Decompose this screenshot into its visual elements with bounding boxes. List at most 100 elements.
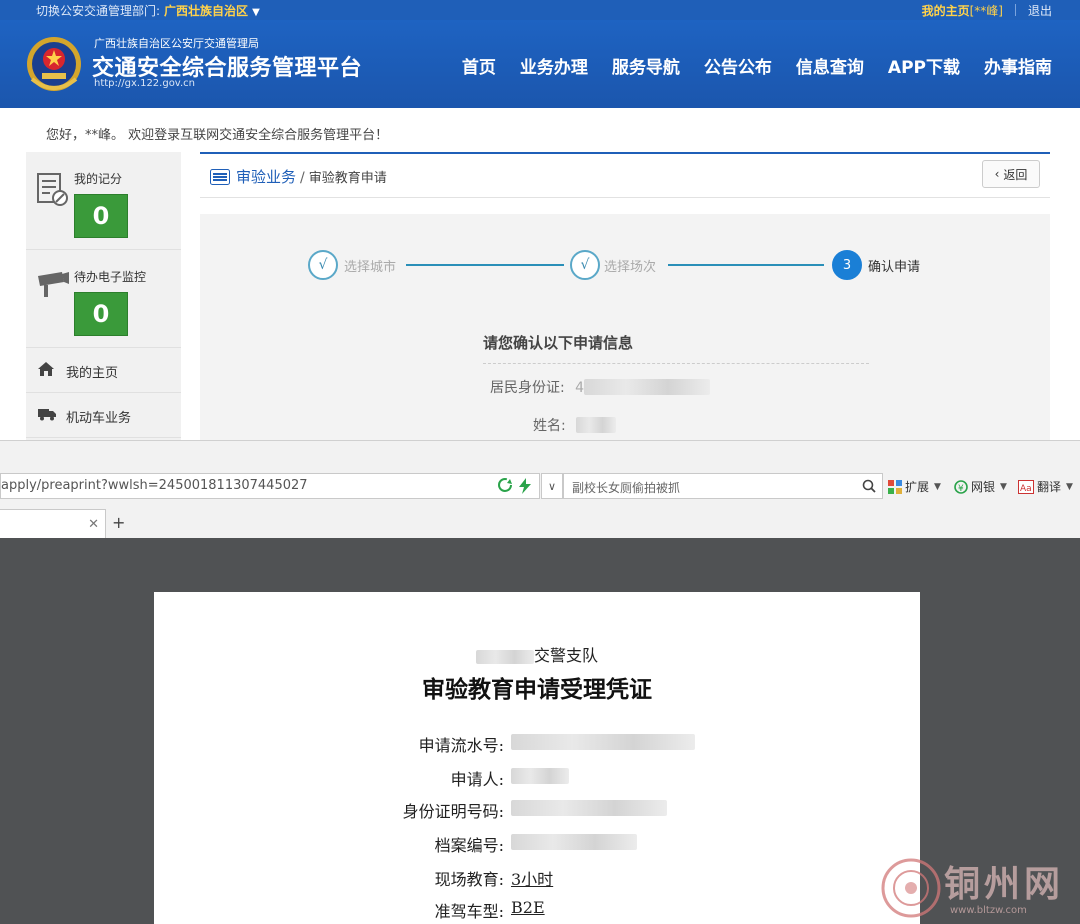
vehicle-class: B2E [511, 898, 545, 917]
step-indicator: √ 选择城市 √ 选择场次 3 确认申请 [308, 250, 928, 280]
panel-body: √ 选择城市 √ 选择场次 3 确认申请 请您确认以下申请信息 居民身份证: 4… [200, 214, 1050, 440]
truck-icon [38, 409, 56, 421]
police-emblem-logo [27, 37, 81, 91]
online-banking-label: 网银 [971, 480, 996, 494]
nav-service-guide[interactable]: 服务导航 [612, 53, 680, 78]
cert-label: 现场教育: [434, 870, 504, 889]
refresh-icon[interactable] [497, 477, 513, 493]
logout-link[interactable]: 退出 [1028, 4, 1052, 18]
id-value-prefix: 4 [575, 380, 585, 396]
nav-app-download[interactable]: APP下载 [888, 53, 960, 78]
home-icon [38, 362, 54, 376]
sidebar: 我的记分 0 待办电子监控 0 我的主页 机动车业务 [26, 152, 181, 440]
name-field: 姓名: [533, 415, 617, 435]
my-home-link[interactable]: 我的主页 [922, 4, 970, 18]
dropdown-arrow-icon: ▼ [1000, 481, 1007, 492]
back-button[interactable]: ‹ 返回 [982, 160, 1040, 188]
nav-announcements[interactable]: 公告公布 [704, 53, 772, 78]
cert-label: 申请流水号: [418, 736, 504, 755]
switch-label: 切换公安交通管理部门: [36, 4, 161, 18]
chevron-left-icon: ‹ [994, 167, 1000, 181]
extensions-menu[interactable]: 扩展 ▼ [888, 478, 941, 495]
breadcrumb-section[interactable]: 审验业务 [236, 168, 296, 186]
step-2-check-icon: √ [570, 250, 600, 280]
score-label: 我的记分 [74, 172, 123, 186]
close-tab-icon[interactable]: ✕ [88, 517, 99, 532]
breadcrumb-separator: / [300, 170, 305, 186]
breadcrumb: 审验业务 / 审验教育申请 [210, 166, 387, 187]
address-bar[interactable]: apply/preaprint?wwlsh=245001811307445027 [0, 473, 540, 499]
caret-down-icon[interactable]: ▼ [252, 7, 260, 18]
back-label: 返回 [1003, 167, 1028, 182]
translate-menu[interactable]: Aa 翻译 ▼ [1018, 478, 1073, 495]
nav-info-query[interactable]: 信息查询 [796, 53, 864, 78]
step-connector [406, 264, 564, 266]
user-name: [**峰] [969, 4, 1003, 18]
score-value[interactable]: 0 [74, 194, 128, 238]
list-icon [210, 169, 230, 185]
seal-logo [881, 858, 941, 918]
chevron-down-icon: ∨ [547, 479, 557, 493]
bank-icon: ¥ [954, 479, 968, 494]
search-input[interactable]: 副校长女厕偷拍被抓 [563, 473, 883, 499]
id-label: 居民身份证: [490, 380, 565, 396]
step-2-label: 选择场次 [604, 260, 657, 275]
site-header: 广西壮族自治区公安厅交通管理局 交通安全综合服务管理平台 http://gx.1… [0, 20, 1080, 108]
issuing-unit-name: 交警支队 [533, 646, 598, 665]
monitor-card[interactable]: 待办电子监控 0 [26, 250, 181, 348]
score-card[interactable]: 我的记分 0 [26, 152, 181, 250]
new-tab-button[interactable]: + [112, 513, 125, 532]
monitor-value[interactable]: 0 [74, 292, 128, 336]
monitor-label: 待办电子监控 [74, 270, 147, 284]
confirm-heading: 请您确认以下申请信息 [483, 332, 869, 364]
id-field: 居民身份证: 4 [490, 377, 711, 397]
sidebar-item-label: 我的主页 [66, 366, 119, 381]
grid-icon [888, 479, 902, 494]
blurred-serial [511, 732, 695, 751]
document-edit-icon [37, 173, 68, 206]
search-query: 副校长女厕偷拍被抓 [572, 481, 681, 495]
translate-icon: Aa [1018, 479, 1034, 494]
blurred-id [511, 798, 667, 817]
certificate-page: 交警支队 审验教育申请受理凭证 申请流水号: 申请人: 身份证明号码: 档案编号… [154, 592, 920, 924]
search-icon[interactable] [862, 479, 876, 493]
panel-header: 审验业务 / 审验教育申请 ‹ 返回 [200, 152, 1050, 198]
sidebar-item-home[interactable]: 我的主页 [26, 348, 181, 393]
watermark-url: www.bltzw.com [950, 905, 1027, 916]
cert-label: 申请人: [450, 770, 504, 789]
address-dropdown[interactable]: ∨ [541, 473, 563, 499]
camera-icon [38, 272, 69, 297]
extensions-label: 扩展 [905, 480, 930, 494]
site-url: http://gx.122.gov.cn [94, 78, 195, 89]
svg-text:¥: ¥ [958, 484, 964, 494]
certificate-title: 审验教育申请受理凭证 [422, 676, 652, 703]
watermark-name: 铜州网 [944, 863, 1065, 905]
main-nav: 首页 业务办理 服务导航 公告公布 信息查询 APP下载 办事指南 [462, 53, 1052, 78]
online-banking-menu[interactable]: ¥ 网银 ▼ [954, 478, 1007, 495]
nav-business[interactable]: 业务办理 [520, 53, 588, 78]
department-switcher[interactable]: 切换公安交通管理部门: 广西壮族自治区 ▼ [36, 2, 260, 19]
cert-label: 身份证明号码: [402, 802, 504, 821]
step-3-number: 3 [832, 250, 862, 280]
browser-tab[interactable]: ✕ [0, 509, 106, 539]
lightning-icon[interactable] [519, 478, 531, 494]
nav-home[interactable]: 首页 [462, 53, 496, 78]
step-1-check-icon: √ [308, 250, 338, 280]
svg-text:Aa: Aa [1020, 484, 1032, 494]
breadcrumb-current: 审验教育申请 [308, 171, 387, 186]
sidebar-item-label: 机动车业务 [66, 411, 132, 426]
address-url: apply/preaprint?wwlsh=245001811307445027 [1, 478, 308, 493]
cert-label: 准驾车型: [434, 902, 504, 921]
nav-guide[interactable]: 办事指南 [984, 53, 1052, 78]
region-name[interactable]: 广西壮族自治区 [164, 4, 248, 18]
sidebar-item-vehicle[interactable]: 机动车业务 [26, 393, 181, 438]
translate-label: 翻译 [1037, 480, 1062, 494]
user-links: 我的主页[**峰] 退出 [922, 2, 1052, 19]
browser-chrome: apply/preaprint?wwlsh=245001811307445027… [0, 440, 1080, 539]
watermark: 铜州网 www.bltzw.com [880, 855, 1080, 924]
step-connector [668, 264, 824, 266]
blurred-name-value [576, 417, 617, 433]
education-hours: 3小时 [511, 870, 554, 889]
dropdown-arrow-icon: ▼ [1066, 481, 1073, 492]
cert-label: 档案编号: [434, 836, 504, 855]
